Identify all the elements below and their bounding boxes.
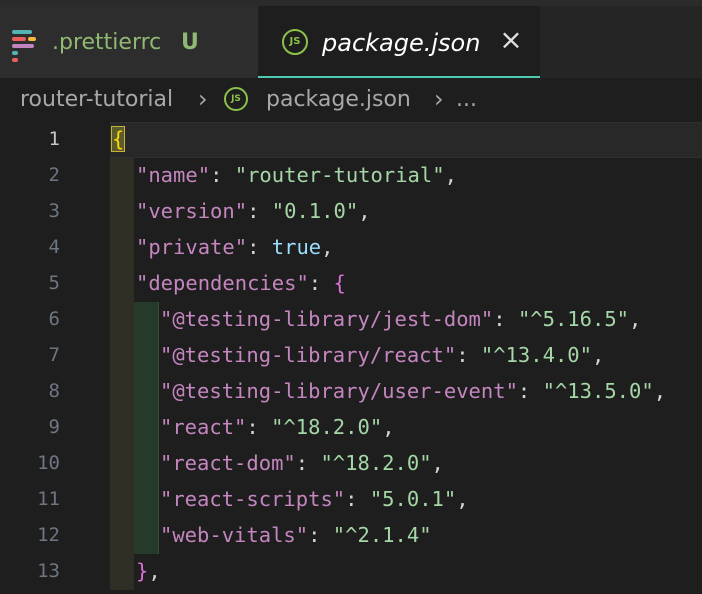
line-number: 9 [48,416,60,438]
json-string: "^18.2.0" [320,451,432,475]
breadcrumb: router-tutorial › JS package.json › ... [0,78,702,122]
code-line[interactable]: 8 "@testing-library/user-event": "^13.5.… [0,374,702,410]
chevron-right-icon: › [198,85,208,113]
json-brace: { [333,271,346,295]
code-line[interactable]: 6 "@testing-library/jest-dom": "^5.16.5"… [0,302,702,338]
code-line[interactable]: 12 "web-vitals": "^2.1.4" [0,518,702,554]
json-string: "5.0.1" [369,487,457,511]
line-number: 10 [37,452,60,474]
bracket-match: { [110,126,126,152]
line-number: 7 [48,344,60,366]
breadcrumb-folder[interactable]: router-tutorial [20,87,173,112]
json-string: "0.1.0" [271,199,359,223]
code-line[interactable]: 13 }, [0,554,702,590]
code-line[interactable]: 9 "react": "^18.2.0", [0,410,702,446]
json-string: "^13.4.0" [480,343,592,367]
json-key: "react-dom" [160,451,296,475]
json-key: "@testing-library/user-event" [160,379,518,403]
tab-label: .prettierrc [52,30,162,55]
line-number: 3 [48,200,60,222]
code-line[interactable]: 11 "react-scripts": "5.0.1", [0,482,702,518]
code-line[interactable]: 3 "version": "0.1.0", [0,194,702,230]
json-key: "private" [136,235,248,259]
json-key: "react-scripts" [160,487,346,511]
json-key: "dependencies" [136,271,309,295]
json-key: "react" [160,415,247,439]
code-line[interactable]: 10 "react-dom": "^18.2.0", [0,446,702,482]
json-string: "^18.2.0" [271,415,383,439]
code-line[interactable]: 4 "private": true, [0,230,702,266]
line-number: 8 [48,380,60,402]
line-number: 6 [48,308,60,330]
json-string: "^5.16.5" [517,307,630,331]
chevron-right-icon: › [434,85,444,113]
json-key: "@testing-library/jest-dom" [160,307,494,331]
line-number: 13 [37,560,60,582]
json-string: "^2.1.4" [332,523,432,547]
line-number: 4 [48,236,60,258]
code-editor[interactable]: 1 { 2 "name": "router-tutorial", 3 "vers… [0,122,702,594]
tab-bar: .prettierrc U JS package.json × [0,6,702,78]
breadcrumb-file[interactable]: package.json [266,87,411,112]
json-string: "^13.5.0" [542,379,654,403]
json-key: "name" [136,163,211,187]
line-number: 5 [48,272,60,294]
code-line[interactable]: 2 "name": "router-tutorial", [0,158,702,194]
tab-label: package.json [322,29,481,57]
json-key: "version" [136,199,248,223]
json-boolean: true [271,235,322,259]
line-number: 12 [37,524,60,546]
json-brace: } [136,559,149,583]
line-number: 1 [48,128,60,150]
tab-package-json[interactable]: JS package.json × [258,6,540,78]
line-number: 2 [48,164,60,186]
json-key: "web-vitals" [160,523,309,547]
nodejs-icon: JS [224,87,248,111]
json-key: "@testing-library/react" [160,343,457,367]
nodejs-icon: JS [282,29,308,55]
tab-prettierrc[interactable]: .prettierrc U [0,6,258,78]
code-line[interactable]: 1 { [0,122,702,158]
git-status-badge: U [181,30,199,55]
close-icon[interactable]: × [498,26,524,54]
line-number: 11 [37,488,60,510]
prettier-icon [10,28,40,62]
code-line[interactable]: 5 "dependencies": { [0,266,702,302]
breadcrumb-more[interactable]: ... [456,87,477,112]
json-string: "router-tutorial" [234,163,445,187]
code-line[interactable]: 7 "@testing-library/react": "^13.4.0", [0,338,702,374]
